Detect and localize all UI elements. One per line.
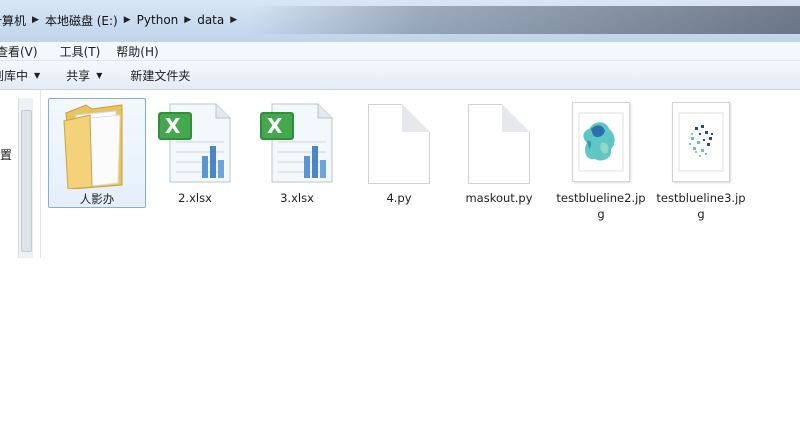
- chevron-right-icon[interactable]: ▶: [30, 15, 41, 25]
- breadcrumb[interactable]: 计算机 ▶ 本地磁盘 (E:) ▶ Python ▶ data ▶: [0, 9, 239, 31]
- file-item-python[interactable]: 4.py: [351, 98, 447, 206]
- blank-file-icon: [468, 104, 530, 184]
- include-in-library-button[interactable]: 包含到库中 ▼: [0, 67, 52, 84]
- chevron-down-icon: ▼: [34, 70, 41, 80]
- command-bar: 包含到库中 ▼ 共享 ▼ 新建文件夹: [0, 61, 800, 90]
- folder-icon: [62, 101, 132, 192]
- file-item-image[interactable]: testblueline2.jpg: [553, 98, 649, 221]
- menu-view[interactable]: 查看(V): [0, 43, 46, 60]
- share-button[interactable]: 共享 ▼: [54, 67, 114, 84]
- breadcrumb-drive-e[interactable]: 本地磁盘 (E:): [41, 12, 122, 29]
- chevron-down-icon: ▼: [96, 70, 103, 80]
- file-name: testblueline2.jpg: [556, 191, 646, 221]
- nav-item-location[interactable]: 位置: [0, 146, 12, 163]
- file-item-image[interactable]: testblueline3.jpg: [653, 98, 749, 221]
- file-item-python[interactable]: maskout.py: [451, 98, 547, 206]
- file-name: testblueline3.jpg: [656, 191, 746, 221]
- excel-icon: X: [154, 100, 236, 187]
- chevron-right-icon[interactable]: ▶: [228, 15, 239, 25]
- file-list: 人影办 X 2.xlsx X 3.xlsx 4.py maskout.py te…: [41, 90, 800, 258]
- file-name: 4.py: [386, 191, 412, 205]
- new-folder-button[interactable]: 新建文件夹: [118, 67, 202, 84]
- chevron-right-icon[interactable]: ▶: [122, 15, 133, 25]
- breadcrumb-data[interactable]: data: [193, 13, 228, 27]
- include-in-library-label: 包含到库中: [0, 68, 29, 83]
- breadcrumb-computer[interactable]: 计算机: [0, 12, 30, 29]
- svg-text:X: X: [165, 114, 181, 138]
- svg-text:X: X: [267, 114, 283, 138]
- excel-icon: X: [256, 100, 338, 187]
- file-item-folder[interactable]: 人影办: [48, 98, 146, 208]
- chevron-right-icon[interactable]: ▶: [182, 15, 193, 25]
- file-name: 3.xlsx: [280, 191, 314, 205]
- image-thumbnail: [572, 102, 630, 182]
- image-thumbnail: [672, 102, 730, 182]
- menu-tools[interactable]: 工具(T): [52, 43, 109, 60]
- scrollbar-thumb[interactable]: [21, 110, 32, 252]
- address-bar-background: [250, 6, 800, 34]
- breadcrumb-python[interactable]: Python: [133, 13, 183, 27]
- menu-bar: 查看(V) 工具(T) 帮助(H): [0, 42, 800, 61]
- file-name: 2.xlsx: [178, 191, 212, 205]
- file-name: 人影办: [79, 192, 115, 206]
- share-label: 共享: [66, 68, 91, 83]
- menu-help[interactable]: 帮助(H): [108, 43, 166, 60]
- file-item-excel[interactable]: X 3.xlsx: [249, 98, 345, 206]
- address-bar: 计算机 ▶ 本地磁盘 (E:) ▶ Python ▶ data ▶: [0, 0, 800, 42]
- blank-file-icon: [368, 104, 430, 184]
- nav-scrollbar[interactable]: [18, 98, 33, 258]
- empty-area: [0, 258, 800, 428]
- file-name: maskout.py: [465, 191, 533, 205]
- file-item-excel[interactable]: X 2.xlsx: [147, 98, 243, 206]
